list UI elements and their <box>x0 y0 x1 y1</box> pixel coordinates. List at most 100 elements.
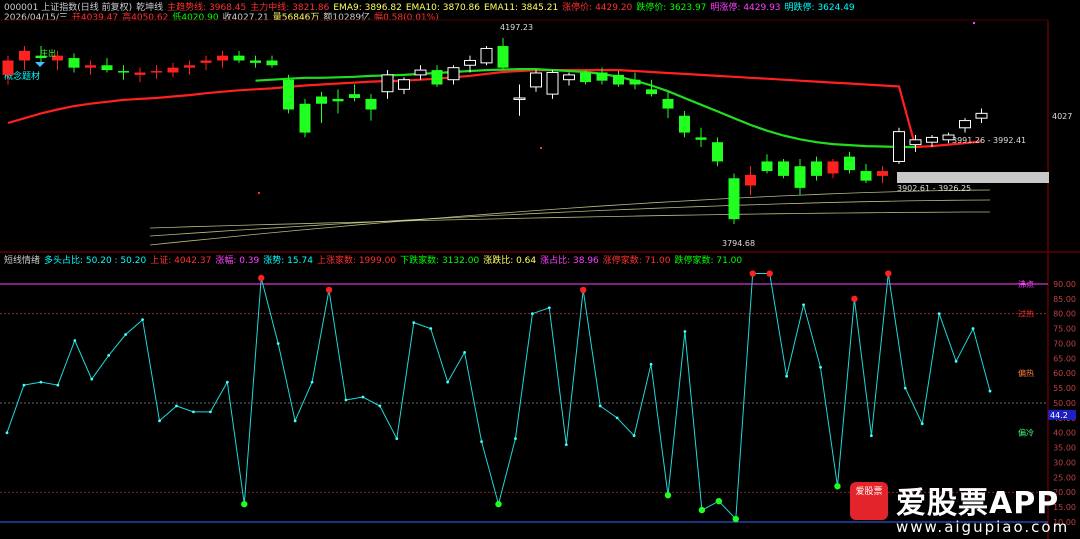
sentiment-point <box>107 353 111 357</box>
candle-body <box>134 72 146 75</box>
candle-body <box>546 71 559 95</box>
candle-body <box>316 96 327 104</box>
high-label: 4197.23 <box>500 23 533 32</box>
candle-body <box>646 89 657 95</box>
low-label: 3794.68 <box>722 239 755 248</box>
oversold-dot <box>732 515 739 523</box>
sentiment-point <box>615 416 619 420</box>
candle-body <box>513 97 526 100</box>
sentiment-point <box>56 383 60 387</box>
sentiment-point <box>547 306 551 310</box>
right-axis-price: 4027 <box>1052 112 1072 121</box>
overheat-dot <box>258 274 265 282</box>
sentiment-point <box>175 404 178 408</box>
y-tick-label: 60.00 <box>1053 369 1076 378</box>
candle-body <box>266 60 278 66</box>
candle-body <box>19 50 30 61</box>
chart-canvas[interactable]: 4197.23 3794.68 3991.26 - 3992.41 3902.61 -… <box>0 0 1080 539</box>
sentiment-point <box>802 303 805 307</box>
candle-body <box>530 72 542 88</box>
sentiment-point <box>819 365 822 369</box>
sentiment-point <box>649 362 653 366</box>
marker-dot <box>258 192 260 194</box>
envelope-line-1 <box>149 199 991 237</box>
candle-body <box>712 142 723 162</box>
sentiment-point <box>785 374 789 378</box>
sentiment-point <box>124 333 128 336</box>
resistance-band <box>897 172 1049 183</box>
sentiment-point <box>480 440 483 444</box>
candle-body <box>447 67 460 81</box>
candle-body <box>975 112 988 119</box>
sentiment-point <box>276 342 280 345</box>
sentiment-point <box>903 386 907 390</box>
y-tick-label: 35.00 <box>1053 444 1076 453</box>
y-tick-label: 50.00 <box>1053 399 1076 408</box>
sentiment-point <box>564 443 568 447</box>
y-tick-label: 55.00 <box>1053 384 1076 393</box>
oversold-dot <box>698 506 706 514</box>
candle-body <box>398 79 410 90</box>
main-trend-line <box>7 69 982 149</box>
current-value-label: 44.2 <box>1050 411 1068 420</box>
candle-body <box>778 161 789 176</box>
zone-label-overheat: 过热 <box>1018 309 1034 319</box>
marker-dot <box>540 147 542 149</box>
zone-label-warm: 偏热 <box>1018 368 1034 378</box>
sentiment-point <box>937 312 941 316</box>
candle-body <box>233 55 245 61</box>
sentiment-point <box>344 398 348 402</box>
sentiment-point <box>412 321 416 325</box>
watermark-url: www.aigupiao.com <box>896 518 1070 536</box>
oversold-dot <box>664 492 672 499</box>
oversold-dot <box>241 500 248 508</box>
y-tick-label: 80.00 <box>1053 310 1076 319</box>
zone-label-cool: 偏冷 <box>1018 428 1034 438</box>
overheat-dot <box>766 270 773 277</box>
overheat-dot <box>580 286 587 294</box>
marker-dot <box>973 22 975 24</box>
candle-body <box>893 131 905 162</box>
candle-body <box>118 71 129 73</box>
candle-body <box>629 79 641 85</box>
y-tick-label: 90.00 <box>1053 280 1076 289</box>
candle-body <box>909 139 922 146</box>
candle-body <box>860 171 872 181</box>
range-bottom-label: 3902.61 - 3926.25 <box>897 184 971 193</box>
oversold-dot <box>715 497 723 505</box>
app-logo-icon: 爱股票 <box>850 482 888 520</box>
candle-body <box>480 47 493 64</box>
y-tick-label: 65.00 <box>1053 354 1076 363</box>
candle-body <box>761 161 773 172</box>
sentiment-point <box>5 431 9 435</box>
sentiment-point <box>920 422 924 426</box>
candle-body <box>2 60 14 75</box>
sentiment-point <box>954 359 958 363</box>
candle-body <box>596 72 608 81</box>
sentiment-point <box>22 383 26 387</box>
candle-body <box>926 136 938 143</box>
sentiment-point <box>90 377 94 381</box>
overheat-dot <box>325 286 333 294</box>
candle-body <box>167 67 179 73</box>
sentiment-point <box>429 327 433 330</box>
candle-body <box>217 55 228 61</box>
y-tick-label: 85.00 <box>1053 295 1076 304</box>
overheat-dot <box>749 270 756 277</box>
candle-body <box>811 161 822 176</box>
sentiment-point <box>378 404 382 408</box>
sentiment-point <box>463 350 467 354</box>
candle-body <box>563 74 575 81</box>
signal-diamond-icon <box>35 62 45 67</box>
candle-body <box>365 98 377 110</box>
candle-body <box>728 178 740 220</box>
candle-body <box>497 46 509 68</box>
oversold-dot <box>495 500 502 508</box>
watermark: 爱股票 爱股票APP www.aigupiao.com <box>848 478 1078 539</box>
y-tick-label: 75.00 <box>1053 325 1076 334</box>
sentiment-point <box>361 395 365 399</box>
sentiment-point <box>971 327 975 330</box>
candle-body <box>580 72 591 83</box>
sentiment-point <box>598 404 602 408</box>
candle-body <box>299 103 311 133</box>
